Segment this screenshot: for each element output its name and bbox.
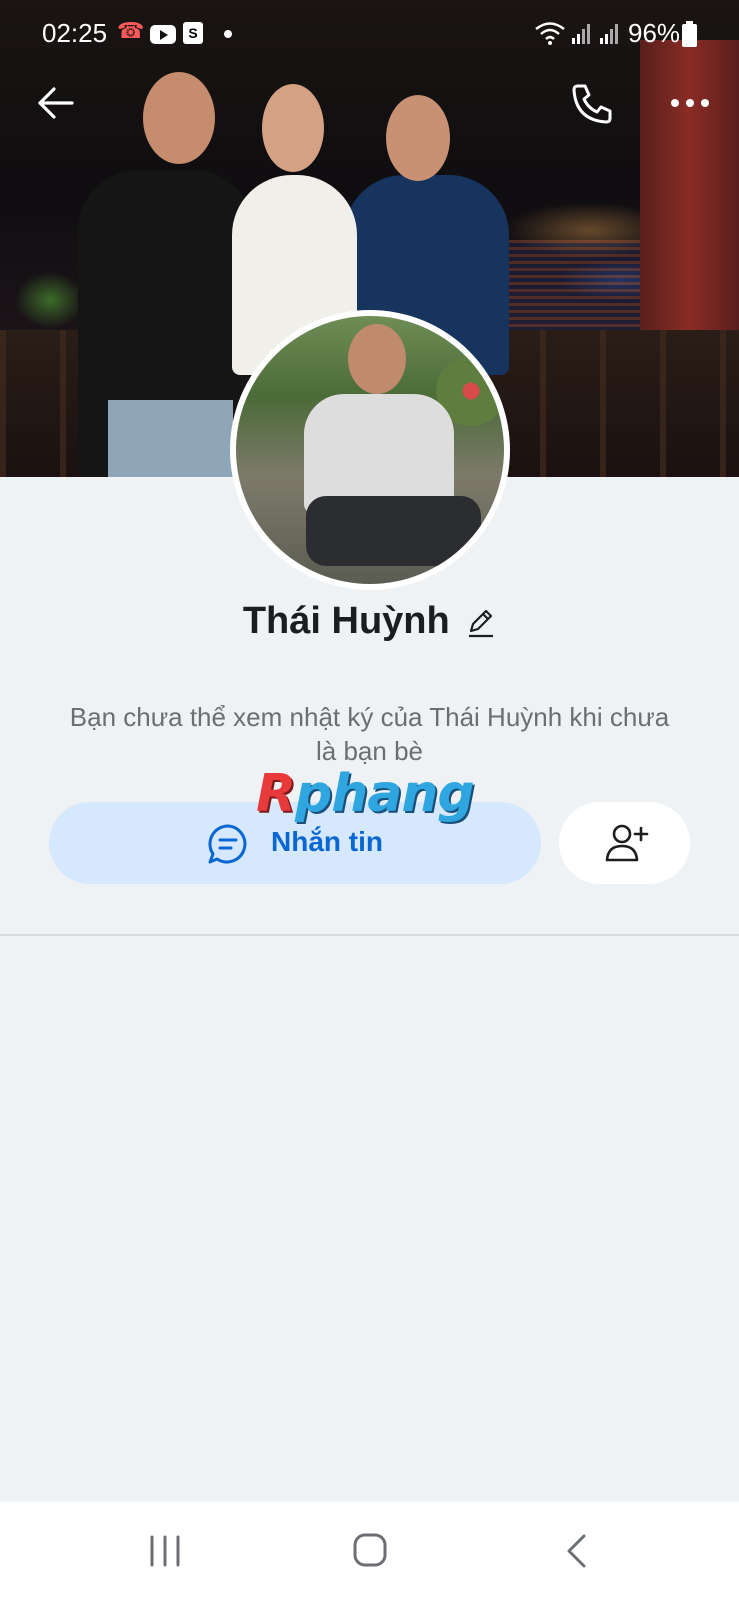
add-friend-button[interactable]: [559, 802, 690, 884]
back-chevron-icon[interactable]: [562, 1532, 590, 1570]
friend-only-notice: Bạn chưa thể xem nhật ký của Thái Huỳnh …: [69, 702, 670, 766]
profile-name: Thái Huỳnh: [242, 600, 450, 642]
section-divider: [0, 934, 739, 936]
cover-head-middle: [262, 84, 324, 172]
add-user-icon: [605, 824, 649, 862]
pencil-icon[interactable]: [466, 605, 496, 639]
cover-head-left: [143, 72, 215, 164]
message-button-label: Nhắn tin: [271, 826, 383, 857]
cover-head-right: [386, 95, 450, 181]
avatar-legs: [306, 496, 481, 566]
watermark-rest: phang: [295, 764, 475, 824]
battery-percent: 96%: [628, 18, 681, 48]
shopee-icon: S: [183, 22, 203, 44]
signal-icon: [600, 24, 618, 44]
status-bar: 02:25 ☎ S 96%: [0, 0, 739, 70]
avatar-head: [348, 324, 406, 394]
missed-call-icon: ☎: [117, 18, 145, 43]
watermark-first-letter: R: [256, 764, 296, 824]
more-horizontal-icon[interactable]: [668, 88, 712, 118]
arrow-left-icon[interactable]: [32, 80, 78, 126]
youtube-icon: [150, 25, 176, 44]
watermark-logo: Rphang: [256, 764, 486, 824]
status-time: 02:25: [42, 18, 108, 48]
avatar[interactable]: [230, 310, 510, 590]
signal-icon: [572, 24, 590, 44]
recent-apps-icon[interactable]: [148, 1534, 182, 1568]
dot-icon: [224, 30, 232, 38]
battery-icon: [682, 21, 697, 47]
chat-bubble-icon: [208, 824, 247, 864]
phone-icon[interactable]: [568, 80, 616, 128]
cover-person-left-jeans: [108, 400, 233, 477]
home-icon[interactable]: [352, 1532, 388, 1568]
system-nav-bar: [0, 1502, 739, 1600]
profile-name-row: Thái Huỳnh: [0, 600, 739, 654]
wifi-icon: [535, 22, 565, 45]
avatar-photo: [236, 316, 504, 584]
